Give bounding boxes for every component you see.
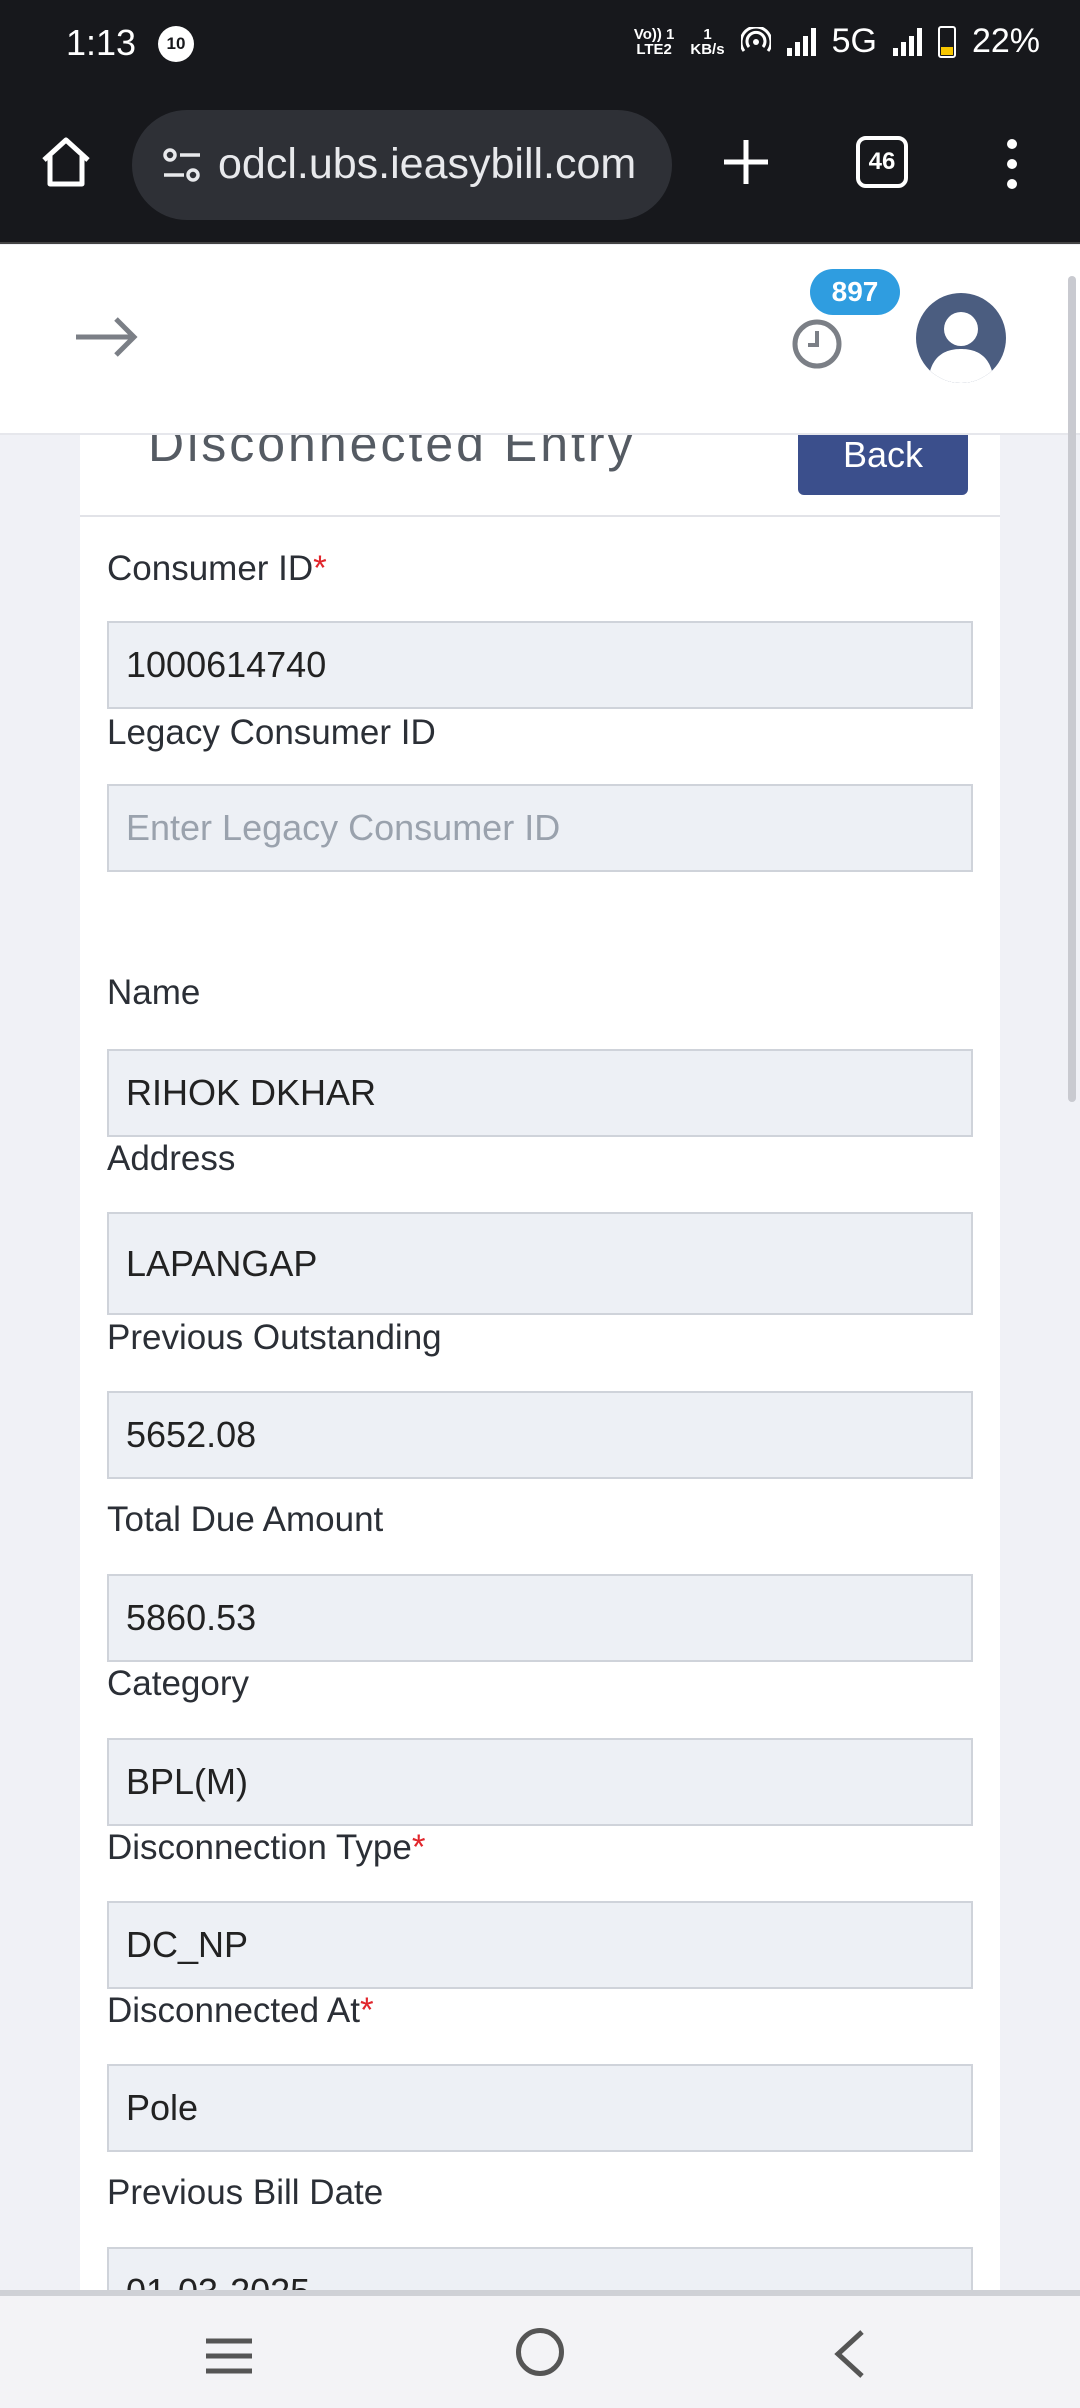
status-time: 1:13 xyxy=(66,22,137,63)
page-scrollbar[interactable] xyxy=(1068,276,1076,1102)
consumer-id-label: Consumer ID* xyxy=(107,549,327,588)
volte-indicator: Vo)) 1 LTE2 xyxy=(633,25,675,58)
name-field[interactable]: RIHOK DKHAR xyxy=(107,1049,973,1137)
clock-icon[interactable] xyxy=(790,317,844,371)
url-text[interactable]: odcl.ubs.ieasybill.com xyxy=(218,140,658,189)
tab-switcher-button[interactable]: 46 xyxy=(856,136,908,188)
disconnected-at-label: Disconnected At* xyxy=(107,1991,374,2030)
notification-count-badge: 10 xyxy=(158,26,194,62)
category-field[interactable]: BPL(M) xyxy=(107,1738,973,1826)
disconnection-type-field[interactable]: DC_NP xyxy=(107,1901,973,1989)
status-indicators: Vo)) 1 LTE2 1 KB/s 5G 22% xyxy=(634,22,1040,61)
address-label: Address xyxy=(107,1139,236,1178)
address-bar[interactable]: odcl.ubs.ieasybill.com xyxy=(132,110,672,220)
total-due-label: Total Due Amount xyxy=(107,1500,384,1539)
category-label: Category xyxy=(107,1664,250,1703)
consumer-id-field[interactable]: 1000614740 xyxy=(107,621,973,709)
battery-percent: 22% xyxy=(971,22,1040,60)
system-nav-bar xyxy=(0,2290,1080,2408)
form-card: Disconnected Entry Back Consumer ID* 100… xyxy=(80,435,1000,2290)
legacy-consumer-id-field[interactable]: Enter Legacy Consumer ID xyxy=(107,784,973,872)
disconnection-type-label: Disconnection Type* xyxy=(107,1828,426,1867)
hotspot-icon xyxy=(740,26,771,52)
name-label: Name xyxy=(107,973,201,1012)
nav-home-button[interactable] xyxy=(516,2328,564,2376)
back-button[interactable]: Back xyxy=(798,435,968,495)
legacy-consumer-id-placeholder: Enter Legacy Consumer ID xyxy=(126,807,561,848)
card-header: Disconnected Entry Back xyxy=(80,435,1000,517)
status-bar: 1:13 10 Vo)) 1 LTE2 1 KB/s 5G 22% xyxy=(0,0,1080,90)
avatar[interactable] xyxy=(916,293,1006,383)
network-type: 5G xyxy=(831,22,877,60)
address-field[interactable]: LAPANGAP xyxy=(107,1212,973,1315)
battery-icon xyxy=(937,25,956,58)
disconnected-at-field[interactable]: Pole xyxy=(107,2064,973,2152)
previous-outstanding-field[interactable]: 5652.08 xyxy=(107,1391,973,1479)
arrow-right-icon[interactable] xyxy=(70,307,142,367)
previous-bill-date-label: Previous Bill Date xyxy=(107,2173,384,2212)
network-speed: 1 KB/s xyxy=(690,25,725,58)
more-options-icon[interactable] xyxy=(996,134,1028,194)
legacy-consumer-id-label: Legacy Consumer ID xyxy=(107,713,436,752)
page-title: Disconnected Entry xyxy=(148,435,636,472)
new-tab-icon[interactable] xyxy=(716,132,776,192)
recent-apps-icon[interactable] xyxy=(204,2336,254,2376)
user-silhouette-icon xyxy=(928,312,994,383)
signal-icon xyxy=(786,27,816,56)
home-icon[interactable] xyxy=(36,132,96,192)
site-settings-icon[interactable] xyxy=(162,146,202,184)
previous-bill-date-field[interactable]: 01-03-2025 xyxy=(107,2247,973,2290)
app-header: 897 xyxy=(0,245,1080,435)
nav-back-icon[interactable] xyxy=(830,2328,870,2380)
previous-outstanding-label: Previous Outstanding xyxy=(107,1318,442,1357)
browser-toolbar: odcl.ubs.ieasybill.com 46 xyxy=(0,90,1080,244)
total-due-field[interactable]: 5860.53 xyxy=(107,1574,973,1662)
signal-icon-2 xyxy=(892,27,922,56)
notification-badge[interactable]: 897 xyxy=(810,269,900,315)
